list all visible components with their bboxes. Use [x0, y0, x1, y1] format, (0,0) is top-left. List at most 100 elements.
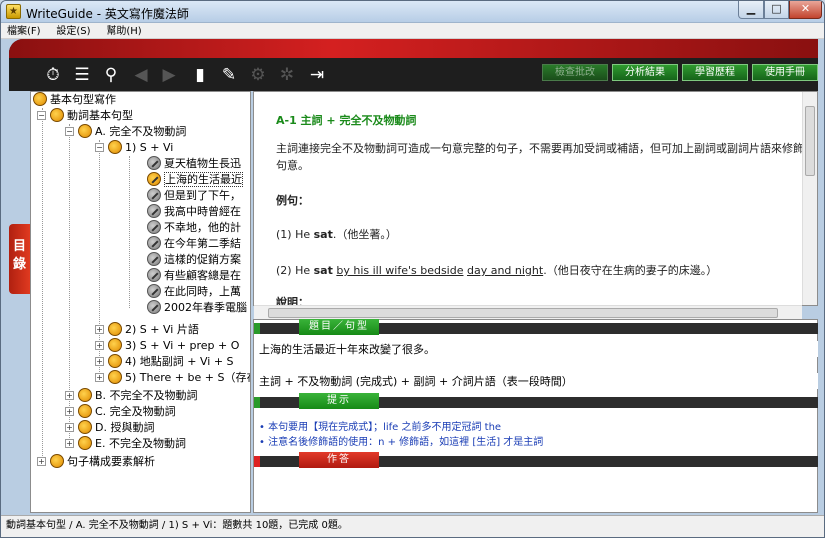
folder-icon [33, 92, 47, 106]
tree-item[interactable]: 在今年第二季結 [147, 236, 241, 252]
lesson-heading: A-1 主詞 + 完全不及物動詞 [276, 114, 417, 127]
tree-node-a[interactable]: − A. 完全不及物動詞 [65, 124, 186, 140]
expand-icon[interactable]: + [65, 422, 74, 432]
hint-section-bar: 提示 [254, 393, 818, 409]
app-window: ★ WriteGuide - 英文寫作魔法師 ▁ □ ✕ 檔案(F) 設定(S)… [0, 0, 825, 538]
pencil-icon [147, 172, 161, 186]
tree-node-analysis[interactable]: + 句子構成要素解析 [37, 454, 155, 470]
tree-node-c[interactable]: + C. 完全及物動詞 [65, 404, 176, 420]
folder-icon [78, 388, 92, 402]
expand-icon[interactable]: + [95, 324, 104, 334]
folder-icon [78, 420, 92, 434]
folder-icon [78, 124, 92, 138]
tree-item[interactable]: 但是到了下午， [147, 188, 241, 204]
tree-item-selected[interactable]: 上海的生活最近 [147, 172, 243, 188]
pencil-icon [147, 156, 161, 170]
tree-node-s5[interactable]: +5) There + be + S（存在 [95, 370, 250, 386]
settings-icon[interactable]: ✲ [277, 65, 297, 85]
menu-file[interactable]: 檔案(F) [1, 24, 47, 39]
app-icon: ★ [6, 4, 21, 19]
expand-icon[interactable]: + [95, 356, 104, 366]
tree-node-root[interactable]: 基本句型寫作 [33, 92, 116, 108]
tree-node-b[interactable]: + B. 不完全不及物動詞 [65, 388, 198, 404]
pencil-icon [147, 268, 161, 282]
pencil-icon [147, 236, 161, 250]
tree-item[interactable]: 我高中時曾經在 [147, 204, 241, 220]
book-icon[interactable]: ▮ [190, 65, 210, 85]
gear-icon[interactable]: ⚙ [248, 65, 268, 85]
toolbar-stripe [9, 39, 818, 58]
maximize-button[interactable]: □ [764, 1, 789, 19]
tree-node-s3[interactable]: +3) S + Vi + prep + O [95, 338, 239, 354]
menu-bar: 檔案(F) 設定(S) 幫助(H) [1, 23, 824, 39]
collapse-icon[interactable]: − [37, 110, 46, 120]
tree-item[interactable]: 有些顧客總是在 [147, 268, 241, 284]
menu-settings[interactable]: 設定(S) [50, 24, 96, 39]
tree-node-s4[interactable]: +4) 地點副詞 + Vi + S [95, 354, 234, 370]
manual-button[interactable]: 使用手冊 [752, 64, 818, 81]
folder-icon [50, 454, 64, 468]
example-1: (1) He sat.（他坐著。） [276, 228, 397, 241]
expand-icon[interactable]: + [65, 390, 74, 400]
sentence-pattern: 主詞 + 不及物動詞 (完成式) + 副詞 + 介詞片語（表一段時間） [254, 373, 818, 389]
tree-item[interactable]: 這樣的促銷方案 [147, 252, 241, 268]
contents-tab-label-1: 目 [12, 239, 26, 254]
contents-tab[interactable]: 目 錄 [9, 224, 30, 294]
collapse-icon[interactable]: − [65, 126, 74, 136]
tree-item[interactable]: 不幸地，他的計 [147, 220, 241, 236]
expand-icon[interactable]: + [65, 438, 74, 448]
answer-section-bar: 作答 [254, 452, 818, 468]
pencil-icon [147, 284, 161, 298]
forward-icon[interactable]: ▶ [159, 65, 179, 85]
folder-icon [78, 436, 92, 450]
hint-tab: 提示 [299, 393, 379, 409]
exit-icon[interactable]: ⇥ [307, 65, 327, 85]
topic-section-bar: 題目／句型 [254, 319, 818, 335]
sort-icon[interactable]: ☰ [72, 65, 92, 85]
folder-icon [108, 338, 122, 352]
history-button[interactable]: 學習歷程 [682, 64, 748, 81]
expand-icon[interactable]: + [95, 372, 104, 382]
title-bar: ★ WriteGuide - 英文寫作魔法師 ▁ □ ✕ [1, 1, 824, 23]
hint-2: • 注意名後修飾語的使用：n + 修飾語，如這裡 [生活] 才是主詞 [259, 437, 544, 448]
expand-icon[interactable]: + [37, 456, 46, 466]
analysis-button[interactable]: 分析結果 [612, 64, 678, 81]
tree-item[interactable]: 在此同時，上萬 [147, 284, 241, 300]
minimize-button[interactable]: ▁ [738, 1, 764, 19]
folder-icon [108, 354, 122, 368]
scroll-thumb[interactable] [268, 308, 778, 318]
pencil-icon [147, 300, 161, 314]
toolbar: ⏱ ☰ ⚲ ◀ ▶ ▮ ✎ ⚙ ✲ ⇥ 檢查批改 分析結果 學習歷程 使用手冊 [9, 39, 818, 91]
folder-icon [108, 140, 122, 154]
content-vertical-scrollbar[interactable] [802, 92, 817, 305]
pencil-icon[interactable]: ✎ [219, 65, 239, 85]
content-horizontal-scrollbar[interactable] [254, 305, 802, 319]
search-icon[interactable]: ⚲ [101, 65, 121, 85]
collapse-icon[interactable]: − [95, 142, 104, 152]
window-title: WriteGuide - 英文寫作魔法師 [26, 7, 189, 21]
tree-item[interactable]: 夏天植物生長迅 [147, 156, 241, 172]
tree-node-s1[interactable]: −1) S + Vi [95, 140, 173, 156]
tree-node-d[interactable]: + D. 授與動詞 [65, 420, 154, 436]
check-button[interactable]: 檢查批改 [542, 64, 608, 81]
tree-guide [42, 108, 43, 464]
tree-node-verb-patterns[interactable]: − 動詞基本句型 [37, 108, 133, 124]
hint-1: • 本句要用【現在完成式】；life 之前多不用定冠詞 the [259, 422, 502, 433]
close-button[interactable]: ✕ [789, 1, 822, 19]
back-icon[interactable]: ◀ [131, 65, 151, 85]
contents-tree[interactable]: 基本句型寫作 − 動詞基本句型 − A. 完全不及物動詞 −1) S + Vi 夏天… [30, 91, 251, 513]
topic-sentence: 上海的生活最近十年來改變了很多。 [254, 341, 818, 357]
contents-tab-label-2: 錄 [12, 257, 26, 272]
pencil-icon [147, 252, 161, 266]
timer-icon[interactable]: ⏱ [43, 65, 63, 85]
folder-icon [50, 108, 64, 122]
expand-icon[interactable]: + [65, 406, 74, 416]
example-2: (2) He sat by his ill wife's bedside day… [276, 264, 718, 277]
scroll-thumb[interactable] [805, 106, 815, 176]
tree-node-s2[interactable]: +2) S + Vi 片語 [95, 322, 199, 338]
menu-help[interactable]: 幫助(H) [100, 24, 147, 39]
expand-icon[interactable]: + [95, 340, 104, 350]
status-bar: 動詞基本句型 / A. 完全不及物動詞 / 1) S + Vi：題數共 10題，… [1, 515, 824, 537]
tree-item[interactable]: 2002年春季電腦 [147, 300, 247, 316]
tree-node-e[interactable]: + E. 不完全及物動詞 [65, 436, 186, 452]
